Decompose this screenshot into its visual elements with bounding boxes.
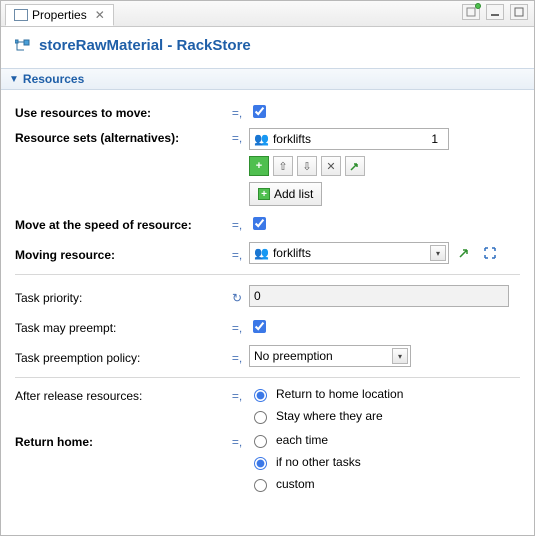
mode-toggle[interactable]: =, bbox=[225, 128, 249, 145]
label-after-release: After release resources: bbox=[15, 386, 225, 403]
resource-set-row[interactable]: 👥 forklifts 1 bbox=[249, 128, 449, 150]
radio-return-home-label: Return to home location bbox=[276, 387, 403, 401]
task-may-preempt-checkbox[interactable] bbox=[253, 320, 266, 333]
section-resources-body: Use resources to move: =, Resource sets … bbox=[1, 90, 534, 510]
section-resources-label: Resources bbox=[23, 72, 84, 86]
radio-if-no-other-input[interactable] bbox=[254, 457, 267, 470]
selection-brackets-icon bbox=[483, 246, 497, 260]
plus-icon: + bbox=[258, 188, 270, 200]
radio-stay-label: Stay where they are bbox=[276, 409, 383, 423]
mode-toggle[interactable]: =, bbox=[225, 245, 249, 262]
dropdown-arrow-icon: ▾ bbox=[392, 348, 408, 364]
move-up-button[interactable]: ⇧ bbox=[273, 156, 293, 176]
view-icon bbox=[466, 7, 476, 17]
resource-pool-icon: 👥 bbox=[254, 246, 269, 260]
label-task-may-preempt: Task may preempt: bbox=[15, 318, 225, 335]
create-placeholder-button[interactable] bbox=[481, 244, 499, 262]
close-tab-icon[interactable]: ✕ bbox=[95, 8, 105, 22]
goto-arrow-icon bbox=[457, 246, 471, 260]
label-resource-sets: Resource sets (alternatives): bbox=[15, 128, 225, 145]
pin-button[interactable] bbox=[462, 4, 480, 20]
radio-return-home[interactable]: Return to home location bbox=[249, 386, 403, 402]
mode-toggle[interactable]: =, bbox=[225, 386, 249, 403]
use-resources-checkbox[interactable] bbox=[253, 105, 266, 118]
label-move-at-speed: Move at the speed of resource: bbox=[15, 215, 225, 232]
label-task-priority: Task priority: bbox=[15, 288, 225, 305]
view-toolbar bbox=[462, 4, 528, 20]
add-list-label: Add list bbox=[274, 187, 313, 201]
goto-resource-button[interactable] bbox=[345, 156, 365, 176]
resource-set-buttons: + ⇧ ⇩ ✕ bbox=[249, 156, 365, 176]
label-use-resources: Use resources to move: bbox=[15, 103, 225, 120]
mode-toggle-dynamic[interactable]: ↻ bbox=[225, 288, 249, 305]
properties-tab-label: Properties bbox=[32, 8, 87, 22]
radio-each-time-label: each time bbox=[276, 433, 328, 447]
preemption-policy-combo[interactable]: No preemption ▾ bbox=[249, 345, 411, 367]
radio-if-no-other-label: if no other tasks bbox=[276, 455, 361, 469]
rackstore-block-icon bbox=[15, 38, 33, 54]
label-return-home: Return home: bbox=[15, 432, 225, 449]
properties-tab-icon bbox=[14, 9, 28, 21]
radio-stay-input[interactable] bbox=[254, 411, 267, 424]
object-title: storeRawMaterial - RackStore bbox=[39, 37, 251, 54]
goto-resource-button[interactable] bbox=[455, 244, 473, 262]
moving-resource-combo[interactable]: 👥 forklifts ▾ bbox=[249, 242, 449, 264]
add-list-button[interactable]: + Add list bbox=[249, 182, 322, 206]
radio-return-home-input[interactable] bbox=[254, 389, 267, 402]
move-down-button[interactable]: ⇩ bbox=[297, 156, 317, 176]
maximize-button[interactable] bbox=[510, 4, 528, 20]
add-resource-button[interactable]: + bbox=[249, 156, 269, 176]
remove-resource-button[interactable]: ✕ bbox=[321, 156, 341, 176]
resource-set-name: forklifts bbox=[273, 132, 311, 146]
label-moving-resource: Moving resource: bbox=[15, 245, 225, 262]
radio-custom-label: custom bbox=[276, 477, 315, 491]
section-resources-header[interactable]: ▼ Resources bbox=[1, 68, 534, 90]
mode-toggle[interactable]: =, bbox=[225, 103, 249, 120]
dropdown-arrow-icon: ▾ bbox=[430, 245, 446, 261]
radio-each-time[interactable]: each time bbox=[249, 432, 361, 448]
mode-toggle[interactable]: =, bbox=[225, 215, 249, 232]
radio-custom-input[interactable] bbox=[254, 479, 267, 492]
mode-toggle[interactable]: =, bbox=[225, 318, 249, 335]
radio-each-time-input[interactable] bbox=[254, 435, 267, 448]
minimize-button[interactable] bbox=[486, 4, 504, 20]
move-at-speed-checkbox[interactable] bbox=[253, 217, 266, 230]
mode-toggle[interactable]: =, bbox=[225, 432, 249, 449]
radio-if-no-other[interactable]: if no other tasks bbox=[249, 454, 361, 470]
radio-stay[interactable]: Stay where they are bbox=[249, 408, 403, 424]
goto-arrow-icon bbox=[349, 160, 361, 172]
separator bbox=[15, 274, 520, 275]
object-header: storeRawMaterial - RackStore bbox=[1, 27, 534, 62]
new-decorator-icon bbox=[475, 3, 481, 9]
moving-resource-value: forklifts bbox=[273, 246, 311, 260]
task-priority-input[interactable] bbox=[249, 285, 509, 307]
properties-tab[interactable]: Properties ✕ bbox=[5, 4, 114, 26]
label-preemption-policy: Task preemption policy: bbox=[15, 348, 225, 365]
radio-custom[interactable]: custom bbox=[249, 476, 361, 492]
tab-bar: Properties ✕ bbox=[1, 1, 534, 27]
separator bbox=[15, 377, 520, 378]
resource-pool-icon: 👥 bbox=[254, 132, 269, 146]
mode-toggle[interactable]: =, bbox=[225, 348, 249, 365]
preemption-policy-value: No preemption bbox=[254, 349, 333, 363]
resource-set-qty: 1 bbox=[414, 132, 444, 146]
expand-triangle-icon: ▼ bbox=[9, 74, 19, 85]
